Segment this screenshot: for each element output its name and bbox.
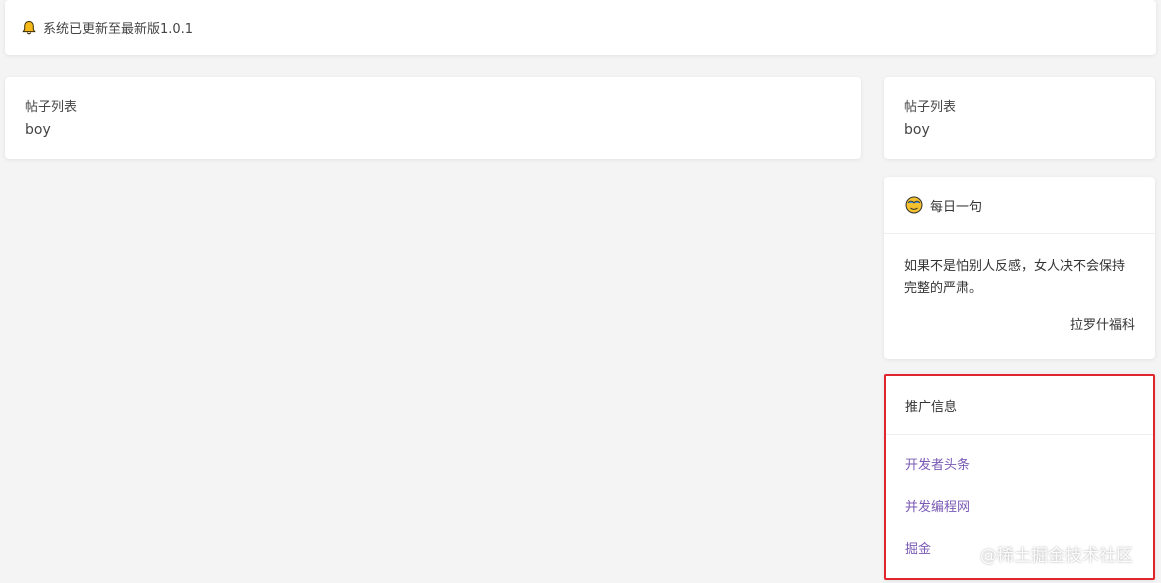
- post-title: 帖子列表: [25, 100, 78, 115]
- watermark: @稀土掘金技术社区: [980, 546, 1133, 566]
- side-post-list-card[interactable]: 帖子列表 boy: [884, 77, 1155, 159]
- daily-quote-author: 拉罗什福科: [1069, 318, 1135, 333]
- daily-quote-title: 每日一句: [930, 199, 983, 215]
- post-list-card[interactable]: 帖子列表 boy: [5, 77, 861, 159]
- daily-quote-header: 每日一句: [884, 177, 1155, 234]
- side-post-title: 帖子列表: [904, 100, 957, 115]
- promo-link-bingfa-biancheng[interactable]: 并发编程网: [905, 499, 1153, 541]
- notice-text: 系统已更新至最新版1.0.1: [43, 22, 194, 37]
- daily-quote-text: 如果不是怕别人反感，女人决不会保持完整的严肃。: [904, 259, 1126, 296]
- notice-bar: 系统已更新至最新版1.0.1: [5, 0, 1156, 55]
- side-post-author: boy: [904, 122, 930, 138]
- bell-icon: [22, 20, 36, 34]
- emoji-icon: [905, 196, 923, 214]
- promo-header: 推广信息: [886, 376, 1153, 435]
- daily-quote-card: 每日一句 如果不是怕别人反感，女人决不会保持完整的严肃。 拉罗什福科: [884, 177, 1155, 359]
- post-author: boy: [25, 122, 51, 138]
- promo-link-kaifazhe-toutiao[interactable]: 开发者头条: [905, 457, 1153, 499]
